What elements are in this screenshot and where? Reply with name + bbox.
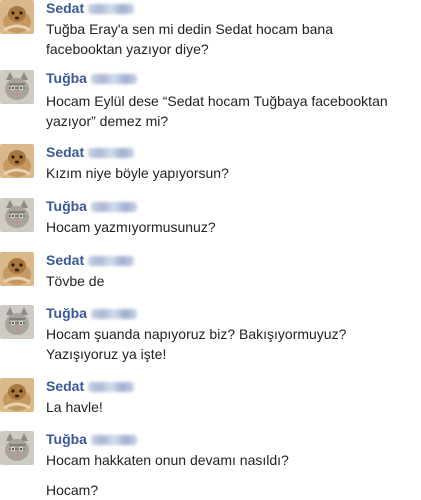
sender-name[interactable]: Sedat [46,252,135,268]
avatar[interactable] [0,252,34,286]
cat-avatar-icon [0,305,34,339]
sender-name[interactable]: Sedat [46,0,135,16]
redacted-surname [90,202,137,213]
redacted-surname [88,382,135,393]
message-text: Hocam hakkaten onun devamı nasıldı? [46,452,289,468]
sender-name-text[interactable]: Sedat [46,144,84,160]
message-text: Hocam yazmıyormusunuz? [46,219,216,235]
message-text: La havle! [46,399,103,415]
message-text: Yazışıyoruz ya işte! [46,346,167,362]
message-text: yazıyor” demez mi? [46,113,169,129]
chat-message: Sedat La havle! [0,378,421,418]
dog-avatar-icon [0,252,34,286]
sender-name-text[interactable]: Tuğba [46,305,87,321]
chat-message: Sedat Tövbe de [0,252,421,292]
sender-name-text[interactable]: Sedat [46,252,84,268]
redacted-surname [90,435,137,446]
avatar[interactable] [0,70,34,104]
chat-message: Tuğba Hocam yazmıyormusunuz? [0,198,421,238]
chat-message: Tuğba Hocam hakkaten onun devamı nasıldı… [0,431,421,499]
sender-name-text[interactable]: Tuğba [46,70,87,86]
sender-name[interactable]: Sedat [46,378,135,394]
dog-avatar-icon [0,144,34,178]
avatar[interactable] [0,305,34,339]
redacted-surname [88,256,135,267]
sender-name[interactable]: Tuğba [46,198,137,214]
sender-name-text[interactable]: Tuğba [46,431,87,447]
message-text: Hocam? [46,482,99,498]
avatar[interactable] [0,0,34,34]
cat-avatar-icon [0,431,34,465]
chat-message: Sedat Kızım niye böyle yapıyorsun? [0,144,421,184]
message-text: Kızım niye böyle yapıyorsun? [46,165,229,181]
message-text: Hocam şuanda napıyoruz biz? Bakışıyormuy… [46,326,347,342]
sender-name-text[interactable]: Sedat [46,378,84,394]
dog-avatar-icon [0,378,34,412]
sender-name-text[interactable]: Tuğba [46,198,87,214]
redacted-surname [90,309,137,320]
avatar[interactable] [0,144,34,178]
chat-message: Tuğba Hocam şuanda napıyoruz biz? Bakışı… [0,305,421,367]
redacted-surname [88,148,135,159]
sender-name[interactable]: Sedat [46,144,135,160]
chat-message: Sedat Tuğba Eray'a sen mi dedin Sedat ho… [0,0,421,60]
sender-name[interactable]: Tuğba [46,431,137,447]
avatar[interactable] [0,431,34,465]
sender-name[interactable]: Tuğba [46,70,137,86]
message-text: Tuğba Eray'a sen mi dedin Sedat hocam ba… [46,21,333,37]
sender-name-text[interactable]: Sedat [46,0,84,16]
redacted-surname [88,4,135,15]
dog-avatar-icon [0,0,34,34]
avatar[interactable] [0,378,34,412]
avatar[interactable] [0,198,34,232]
message-text: Tövbe de [46,273,105,289]
chat-message: Tuğba Hocam Eylül dese “Sedat hocam Tuğb… [0,70,421,132]
cat-avatar-icon [0,70,34,104]
sender-name[interactable]: Tuğba [46,305,137,321]
redacted-surname [90,74,137,85]
message-text: Hocam Eylül dese “Sedat hocam Tuğbaya fa… [46,93,388,109]
message-text: facebooktan yazıyor diye? [46,41,209,57]
cat-avatar-icon [0,198,34,232]
